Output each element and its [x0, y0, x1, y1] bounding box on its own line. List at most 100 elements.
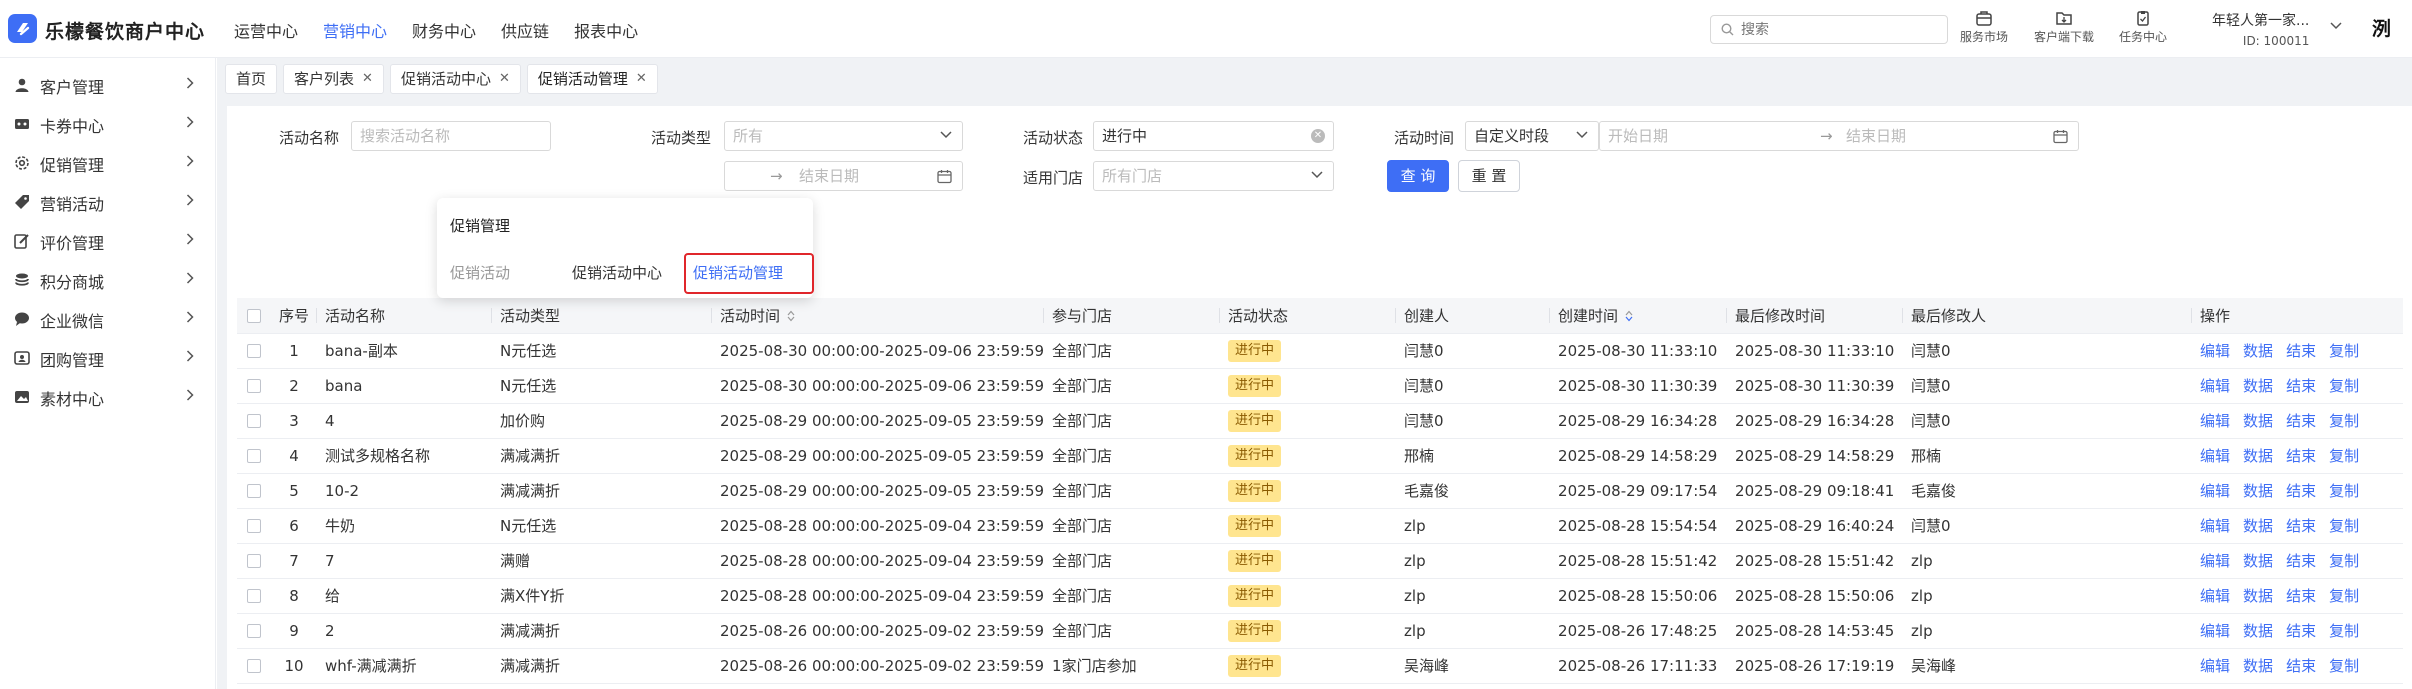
col-created-time[interactable]: 创建时间 — [1550, 298, 1728, 334]
sort-icon[interactable] — [787, 310, 795, 322]
end-link[interactable]: 结束 — [2286, 587, 2316, 605]
row-checkbox[interactable] — [237, 333, 271, 369]
row-checkbox[interactable] — [237, 368, 271, 404]
col-time[interactable]: 活动时间 — [712, 298, 1045, 334]
close-icon[interactable]: ✕ — [362, 65, 373, 93]
task-center-button[interactable]: 任务中心 — [2119, 10, 2167, 45]
row-checkbox[interactable] — [237, 508, 271, 544]
end-link[interactable]: 结束 — [2286, 622, 2316, 640]
row-checkbox[interactable] — [237, 473, 271, 509]
activity-type-select[interactable]: 所有 — [724, 121, 963, 151]
data-link[interactable]: 数据 — [2243, 517, 2273, 535]
topnav-finance[interactable]: 财务中心 — [412, 18, 476, 42]
row-checkbox[interactable] — [237, 438, 271, 474]
user-menu[interactable]: 年轻人第一家... ID: 100011 — [2212, 10, 2309, 48]
activity-status-select[interactable]: 进行中 ✕ — [1093, 121, 1334, 151]
data-link[interactable]: 数据 — [2243, 342, 2273, 360]
copy-link[interactable]: 复制 — [2329, 482, 2359, 500]
tab-customer-list[interactable]: 客户列表 ✕ — [283, 64, 384, 94]
end-link[interactable]: 结束 — [2286, 412, 2316, 430]
data-link[interactable]: 数据 — [2243, 377, 2273, 395]
popover-item-promo-activity[interactable]: 促销活动 — [450, 262, 510, 283]
row-checkbox[interactable] — [237, 578, 271, 614]
sidebar-item-promotions[interactable]: 促销管理 — [0, 143, 216, 181]
close-icon[interactable]: ✕ — [636, 65, 647, 93]
search-input[interactable] — [1741, 20, 1936, 40]
store-select[interactable]: 所有门店 — [1093, 161, 1334, 191]
edit-link[interactable]: 编辑 — [2200, 587, 2230, 605]
copy-link[interactable]: 复制 — [2329, 587, 2359, 605]
select-all-checkbox[interactable] — [237, 298, 271, 334]
copy-link[interactable]: 复制 — [2329, 622, 2359, 640]
topnav-supply-chain[interactable]: 供应链 — [501, 18, 549, 42]
data-link[interactable]: 数据 — [2243, 447, 2273, 465]
sidebar-item-campaigns[interactable]: 营销活动 — [0, 182, 216, 220]
sidebar-item-customers[interactable]: 客户管理 — [0, 65, 216, 103]
activity-name-input[interactable]: 搜索活动名称 — [351, 121, 551, 151]
topnav-operations[interactable]: 运营中心 — [234, 18, 298, 42]
edit-link[interactable]: 编辑 — [2200, 447, 2230, 465]
cell-index: 1 — [271, 333, 317, 369]
copy-link[interactable]: 复制 — [2329, 342, 2359, 360]
edit-link[interactable]: 编辑 — [2200, 657, 2230, 675]
data-link[interactable]: 数据 — [2243, 622, 2273, 640]
copy-link[interactable]: 复制 — [2329, 552, 2359, 570]
copy-link[interactable]: 复制 — [2329, 447, 2359, 465]
tab-promo-center[interactable]: 促销活动中心 ✕ — [389, 64, 521, 94]
row-checkbox[interactable] — [237, 613, 271, 649]
row-checkbox[interactable] — [237, 543, 271, 579]
brand-logo-icon[interactable] — [8, 14, 37, 43]
sidebar-item-wecom[interactable]: 企业微信 — [0, 299, 216, 337]
sort-icon[interactable] — [1625, 310, 1633, 322]
sidebar-item-coupons[interactable]: 卡券中心 — [0, 104, 216, 142]
client-download-button[interactable]: 客户端下载 — [2034, 10, 2094, 45]
copy-link[interactable]: 复制 — [2329, 517, 2359, 535]
edit-link[interactable]: 编辑 — [2200, 412, 2230, 430]
copy-link[interactable]: 复制 — [2329, 377, 2359, 395]
edit-link[interactable]: 编辑 — [2200, 552, 2230, 570]
sidebar-item-group-buying[interactable]: 团购管理 — [0, 338, 216, 376]
data-link[interactable]: 数据 — [2243, 482, 2273, 500]
edit-link[interactable]: 编辑 — [2200, 622, 2230, 640]
query-button[interactable]: 查 询 — [1387, 160, 1449, 192]
tab-home[interactable]: 首页 — [225, 64, 278, 94]
data-link[interactable]: 数据 — [2243, 552, 2273, 570]
edit-link[interactable]: 编辑 — [2200, 342, 2230, 360]
date-range-picker[interactable]: 开始日期 → 结束日期 — [1599, 121, 2079, 151]
service-market-button[interactable]: 服务市场 — [1960, 10, 2008, 45]
chevron-down-icon[interactable] — [2330, 22, 2342, 30]
edit-link[interactable]: 编辑 — [2200, 517, 2230, 535]
data-link[interactable]: 数据 — [2243, 412, 2273, 430]
sidebar-item-points-mall[interactable]: 积分商城 — [0, 260, 216, 298]
time-mode-select[interactable]: 自定义时段 — [1465, 121, 1599, 151]
clear-icon[interactable]: ✕ — [1311, 129, 1325, 143]
end-link[interactable]: 结束 — [2286, 377, 2316, 395]
start-date-input[interactable]: 开始日期 — [1608, 127, 1668, 145]
reset-button[interactable]: 重 置 — [1458, 160, 1520, 192]
topnav-marketing[interactable]: 营销中心 — [323, 18, 387, 42]
row-checkbox[interactable] — [237, 403, 271, 439]
global-search[interactable] — [1710, 15, 1948, 44]
tab-promo-management[interactable]: 促销活动管理 ✕ — [526, 64, 658, 94]
sidebar-item-materials[interactable]: 素材中心 — [0, 377, 216, 415]
end-link[interactable]: 结束 — [2286, 657, 2316, 675]
end-link[interactable]: 结束 — [2286, 447, 2316, 465]
popover-item-promo-center[interactable]: 促销活动中心 — [572, 262, 662, 283]
end-link[interactable]: 结束 — [2286, 517, 2316, 535]
end-link[interactable]: 结束 — [2286, 552, 2316, 570]
end-date-input[interactable]: 结束日期 — [1846, 122, 1906, 150]
edit-link[interactable]: 编辑 — [2200, 482, 2230, 500]
edit-link[interactable]: 编辑 — [2200, 377, 2230, 395]
data-link[interactable]: 数据 — [2243, 657, 2273, 675]
end-date-input-2[interactable]: → 结束日期 — [724, 161, 963, 191]
avatar[interactable]: 洌 — [2372, 14, 2402, 44]
end-link[interactable]: 结束 — [2286, 482, 2316, 500]
copy-link[interactable]: 复制 — [2329, 412, 2359, 430]
topnav-reports[interactable]: 报表中心 — [574, 18, 638, 42]
data-link[interactable]: 数据 — [2243, 587, 2273, 605]
close-icon[interactable]: ✕ — [499, 65, 510, 93]
end-link[interactable]: 结束 — [2286, 342, 2316, 360]
copy-link[interactable]: 复制 — [2329, 657, 2359, 675]
sidebar-item-reviews[interactable]: 评价管理 — [0, 221, 216, 259]
row-checkbox[interactable] — [237, 648, 271, 684]
